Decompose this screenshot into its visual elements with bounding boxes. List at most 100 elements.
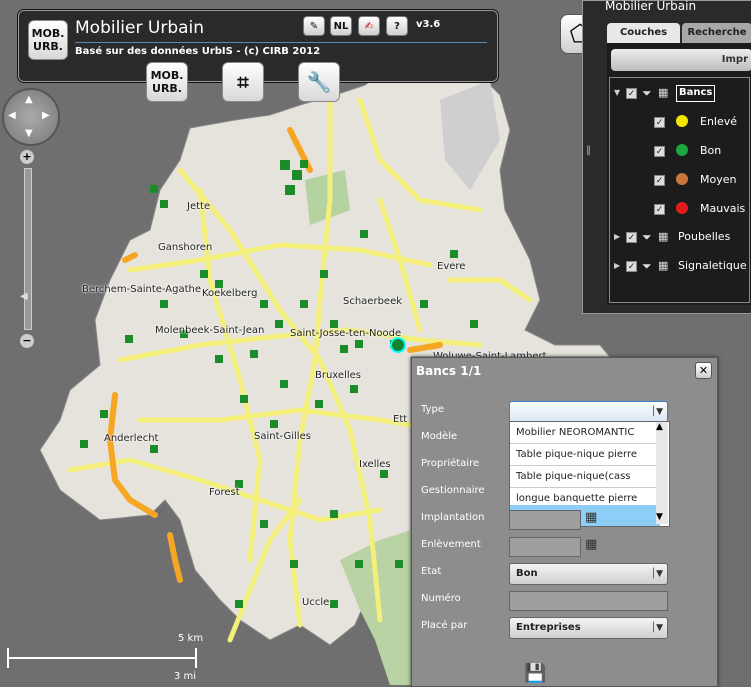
help-button[interactable]: ? [386,16,408,36]
place-label: Evere [437,261,466,272]
dropdown-option[interactable]: Table pique-nique pierre [510,444,660,466]
pan-right-icon[interactable]: ▶ [42,110,50,121]
place-label: Koekelberg [202,288,258,299]
calendar-icon[interactable]: ▦ [585,537,597,552]
field-label-proprietaire: Propriétaire [421,458,480,469]
type-select[interactable]: │▼ [509,401,668,423]
pan-left-icon[interactable]: ◀ [8,110,16,121]
layer-checkbox[interactable]: ✓ [626,232,637,243]
expand-icon[interactable]: ▶ [614,255,620,277]
language-button[interactable]: NL [330,16,352,36]
legend-checkbox[interactable]: ✓ [654,117,665,128]
place-label: Forest [209,487,240,498]
pan-down-icon[interactable]: ▼ [25,128,33,139]
legend-checkbox[interactable]: ✓ [654,146,665,157]
field-label-implantation: Implantation [421,512,485,523]
layer-label[interactable]: Signaletique [678,255,747,277]
bench-edit-popup: Bancs 1/1 ✕ Type Modèle Propriétaire Ges… [411,357,718,687]
tab-recherche[interactable]: Recherche [682,23,751,43]
print-button[interactable]: Impr [611,49,751,71]
circle-icon [676,144,688,156]
field-label-type: Type [421,404,444,415]
pan-control[interactable]: ▲ ▼ ◀ ▶ [2,88,60,146]
scroll-up-icon[interactable]: ▲ [656,422,663,432]
place-label: Molenbeek-Saint-Jean [155,325,265,336]
place-par-select[interactable]: Entreprises │▼ [509,617,668,639]
field-label-gestionnaire: Gestionnaire [421,485,485,496]
popup-title: Bancs 1/1 [416,364,482,378]
save-icon[interactable]: 💾 [524,663,546,684]
edit-icon[interactable]: ✍ [358,16,380,36]
scale-bar [7,648,197,668]
place-label: Ixelles [359,459,391,470]
app-title: Mobilier Urbain [75,18,205,38]
chevron-down-icon: │▼ [650,623,663,633]
dropdown-scrollbar[interactable]: ▲ ▼ [656,422,668,524]
app-subtitle: Basé sur des données UrbIS - (c) CIRB 20… [75,46,321,57]
place-label: Schaerbeek [343,296,403,307]
enlevement-date-input[interactable] [509,537,581,557]
layer-label[interactable]: Bancs [676,85,716,102]
zoom-slider-handle[interactable]: ◀ [20,291,28,302]
expand-icon[interactable]: ▶ [614,226,620,248]
legend-label: Moyen [700,173,737,186]
layer-tree: ▼ ✓ ⏷ ▦ Bancs ✓ Enlevé ✓ Bon ✓ Moyen ✓ M… [609,77,750,303]
resize-grip-icon[interactable]: ‖ [586,145,591,156]
pan-up-icon[interactable]: ▲ [25,94,33,105]
circle-icon [676,202,688,214]
place-label: Ganshoren [158,242,213,253]
layer-checkbox[interactable]: ✓ [626,261,637,272]
etat-select[interactable]: Bon │▼ [509,563,668,585]
layers-panel-title: Mobilier Urbain [605,0,697,13]
dropdown-option[interactable]: Table pique-nique(cass [510,466,660,488]
version-label: v3.6 [416,19,441,30]
zoom-in-button[interactable]: + [20,150,34,164]
wrench-icon[interactable]: 🔧 [298,62,340,102]
field-label-etat: Etat [421,566,442,577]
tab-couches[interactable]: Couches [607,23,680,43]
mobilier-tool-button[interactable]: MOB. URB. [146,62,188,102]
place-label: Bruxelles [315,370,361,381]
scale-km-label: 5 km [178,633,204,644]
layer-checkbox[interactable]: ✓ [626,88,637,99]
field-label-numero: Numéro [421,593,461,604]
implantation-date-input[interactable] [509,510,581,530]
numero-input[interactable] [509,591,668,611]
place-label: Saint-Gilles [254,431,311,442]
chevron-down-icon: │▼ [650,407,663,417]
legend-label: Mauvais [700,202,746,215]
street-furniture-tool-icon[interactable]: ⌗ [222,62,264,102]
filter-icon[interactable]: ⏷ [642,255,652,277]
header-divider [75,42,487,43]
chevron-down-icon: │▼ [650,569,663,579]
legend-label: Enlevé [700,115,738,128]
layers-panel: Mobilier Urbain Couches Recherche ‖ Impr… [582,0,751,314]
calendar-icon[interactable]: ▦ [585,510,597,525]
legend-label: Bon [700,144,722,157]
place-label: Jette [187,201,211,212]
layer-label[interactable]: Poubelles [678,226,730,248]
filter-icon[interactable]: ⏷ [642,226,652,248]
legend-grid-icon[interactable]: ▦ [658,255,668,277]
legend-grid-icon[interactable]: ▦ [658,226,668,248]
panel-resize-handle[interactable] [583,29,591,313]
legend-checkbox[interactable]: ✓ [654,204,665,215]
field-label-modele: Modèle [421,431,458,442]
collapse-icon[interactable]: ▼ [614,82,620,104]
place-label: Uccle [302,597,330,608]
legend-grid-icon[interactable]: ▦ [658,82,668,104]
place-label: Berchem-Sainte-Agathe [82,284,202,295]
close-icon[interactable]: ✕ [695,362,712,379]
selected-bench-marker [390,337,406,353]
filter-icon[interactable]: ⏷ [642,82,652,104]
share-icon[interactable]: ✎ [303,16,325,36]
zoom-slider-track[interactable] [24,168,32,330]
dropdown-option[interactable]: Mobilier NEOROMANTIC [510,422,660,444]
circle-icon [676,173,688,185]
scroll-down-icon[interactable]: ▼ [656,512,663,522]
place-label: Anderlecht [104,433,159,444]
zoom-out-button[interactable]: − [20,334,34,348]
legend-checkbox[interactable]: ✓ [654,175,665,186]
place-label: Ett [393,414,408,425]
field-label-place-par: Placé par [421,620,468,631]
